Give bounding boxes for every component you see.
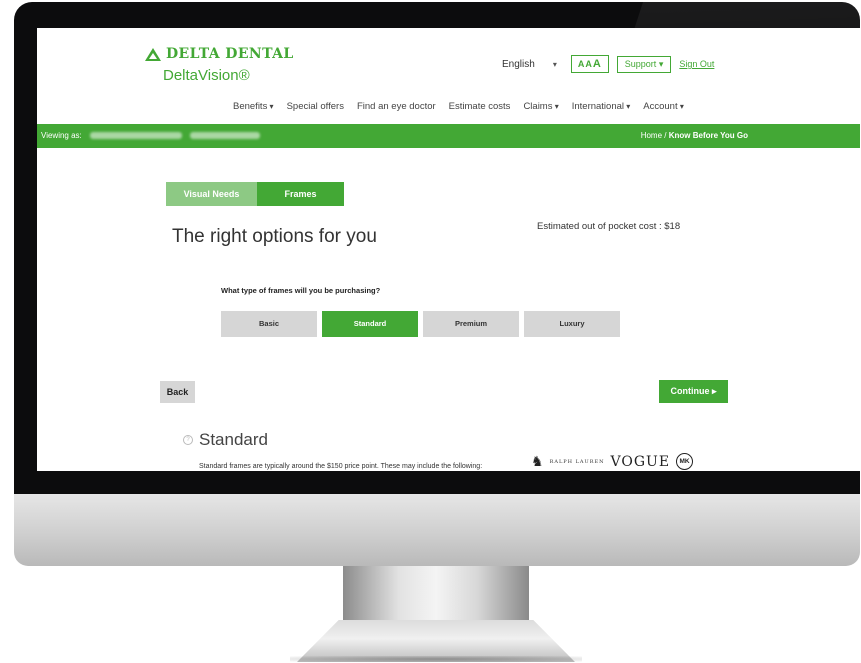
main-nav: Benefits Special offers Find an eye doct… [233,101,684,112]
frame-type-question: What type of frames will you be purchasi… [221,286,381,295]
brand-logos: ♞ RALPH LAUREN VOGUE MK [531,453,694,470]
nav-benefits[interactable]: Benefits [233,101,274,112]
nav-special-offers[interactable]: Special offers [287,101,344,112]
screen: DELTA DENTAL DeltaVision® English ▾ AAA … [37,28,860,471]
tab-frames[interactable]: Frames [257,182,344,206]
back-button[interactable]: Back [160,381,195,403]
option-basic[interactable]: Basic [221,311,317,337]
page-title: The right options for you [172,226,377,247]
redacted-name [90,132,182,140]
deltavision-subbrand: DeltaVision® [163,67,250,84]
nav-account[interactable]: Account [643,101,684,112]
delta-dental-logo[interactable]: DELTA DENTAL [145,46,294,62]
language-select[interactable]: English [502,59,535,70]
sign-out-link[interactable]: Sign Out [679,59,714,69]
support-button[interactable]: Support ▾ [616,55,672,73]
continue-button[interactable]: Continue ▸ [659,380,728,403]
vogue-logo: VOGUE [610,453,671,470]
nav-find-eye-doctor[interactable]: Find an eye doctor [357,101,436,112]
nav-estimate-costs[interactable]: Estimate costs [449,101,511,112]
section-header: ? Standard [183,430,268,450]
viewing-as-label: Viewing as: [41,131,261,140]
michael-kors-logo: MK [676,453,694,470]
text-size-button[interactable]: AAA [570,55,609,73]
breadcrumb-home[interactable]: Home [641,131,662,140]
estimated-cost: Estimated out of pocket cost : $18 [537,221,681,232]
option-standard[interactable]: Standard [322,311,418,337]
nav-international[interactable]: International [572,101,631,112]
section-description: Standard frames are typically around the… [199,463,483,470]
chevron-down-icon[interactable]: ▾ [553,60,557,69]
breadcrumb: Home / Know Before You Go [640,131,748,140]
monitor-stand-neck [343,566,529,626]
polo-player-icon: ♞ [531,453,544,469]
breadcrumb-current: Know Before You Go [668,131,748,140]
option-premium[interactable]: Premium [423,311,519,337]
delta-logo-icon [145,47,161,61]
ralph-lauren-logo: RALPH LAUREN [549,458,605,465]
viewing-as-bar: Viewing as: Home / Know Before You Go [37,124,860,148]
redacted-id [190,132,261,140]
utility-bar: English ▾ AAA Support ▾ Sign Out [502,55,714,73]
nav-claims[interactable]: Claims [523,101,558,112]
chevron-right-icon: ▸ [711,386,717,396]
brand: DELTA DENTAL DeltaVision® [145,46,294,84]
monitor-chin [14,494,860,566]
frame-type-options: Basic Standard Premium Luxury [221,311,620,337]
option-luxury[interactable]: Luxury [524,311,620,337]
section-title: Standard [199,430,268,449]
step-tabs: Visual Needs Frames [166,182,344,206]
help-icon[interactable]: ? [183,435,193,445]
tab-visual-needs[interactable]: Visual Needs [166,182,257,206]
